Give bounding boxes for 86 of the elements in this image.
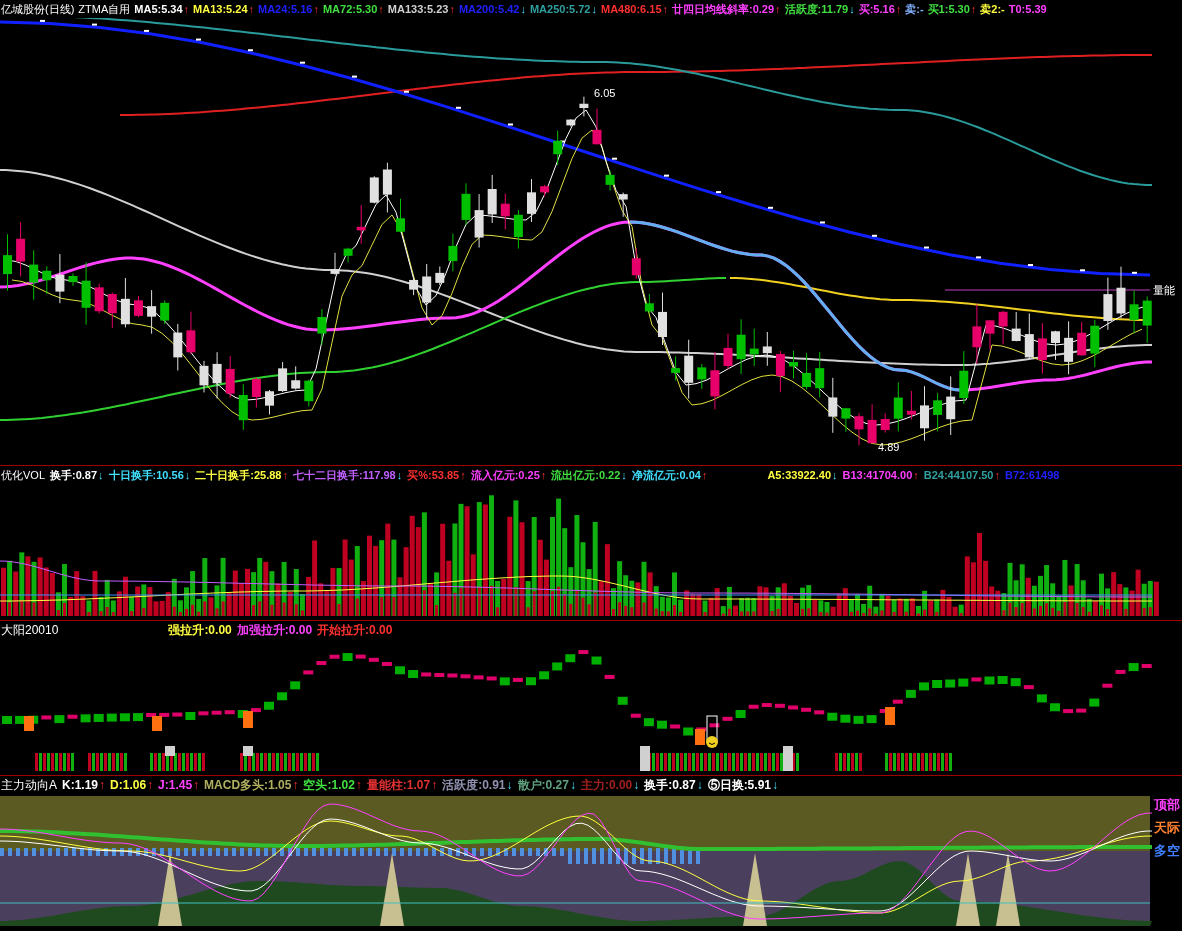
indicator-value: B13:41704.00 [842,469,913,481]
trend-arrow: ↑ [895,3,902,15]
indicator-value: MA13:5.24 [193,3,248,15]
indicator-value: 流出亿元:0.22 [551,467,621,483]
trend-arrow: ↓ [520,3,526,15]
indicator-value: MA480:6.15 [601,3,662,15]
trend-arrow: ↑ [355,778,362,792]
trend-arrow: ↓ [569,778,576,792]
trend-arrow: ↑ [701,469,708,481]
indicator-value: 廿四日均线斜率:0.29 [672,1,775,17]
trend-arrow: ↑ [460,469,466,481]
indicator-value: 买1:5.30 [927,1,970,17]
indicator-value: D:1.06 [110,778,147,792]
indicator-value: 买%:53.85 [407,467,460,483]
trend-arrow: ↓ [633,778,640,792]
indicator-value: 七十二日换手:117.98 [293,467,396,483]
trend-arrow: ↑ [913,469,919,481]
trend-arrow: ↑ [378,3,384,15]
indicator-value: MA24:5.16 [258,3,313,15]
indicator-value: 流入亿元:0.25 [470,467,540,483]
price-label: 量能 [1153,284,1175,296]
trend-arrow: ↑ [994,469,1000,481]
indicator-value: 买:5.16 [858,1,895,17]
price-label: 4.89 [878,441,900,453]
indicator-value: 强拉升:0.00 [168,621,232,639]
indicator-title: 主力动向A [1,776,57,794]
trend-arrow: ↑ [193,778,200,792]
indicator-value: 换手:0.87 [644,776,696,794]
trend-arrow: ↑ [147,778,154,792]
indicator-value: MA5:5.34 [134,3,183,15]
indicator-value: MACD多头:1.05 [204,776,292,794]
trend-arrow: ↑ [540,469,547,481]
indicator-value: 主力:0.00 [580,776,633,794]
trend-arrow: ↑ [449,3,455,15]
trend-arrow: ↓ [184,469,191,481]
level-label: 顶部 [1154,798,1181,812]
trend-arrow: ↓ [396,469,403,481]
indicator-value: T0:5.39 [1008,3,1047,15]
indicator-value: 卖:- [905,1,924,17]
indicator-title: 优化VOL [1,467,45,483]
indicator-value: 空头:1.02 [303,776,355,794]
indicator-value: B72:61498 [1005,469,1060,481]
indicator-value: MA200:5.42 [458,3,520,15]
price-label: 6.05 [594,87,616,99]
trend-arrow: ↑ [248,3,254,15]
trend-arrow: ↑ [662,3,669,15]
indicator-title: 大阳20010 [1,621,59,639]
trend-arrow: ↑ [313,3,319,15]
indicator-value: 换手:0.87 [50,467,98,483]
chart-title: 亿城股份(日线) [1,1,75,17]
indicator-value: 散户:0.27 [517,776,569,794]
trend-arrow: ↓ [772,778,778,792]
trend-arrow: ↓ [621,469,627,481]
indicator-value: MA250:5.72 [529,3,591,15]
trend-arrow: ↑ [282,469,288,481]
trend-arrow: ↓ [98,469,104,481]
level-label: 天际 [1154,821,1181,835]
indicator-value: ⑤日换:5.91 [707,776,771,794]
indicator-value: K:1.19 [62,778,99,792]
indicator-value: 量能柱:1.07 [366,776,431,794]
trend-arrow: ↓ [696,778,703,792]
formula-name: ZTMA自用 [78,1,131,17]
indicator-value: 十日换手:10.56 [108,467,184,483]
indicator-value: 净流亿元:0.04 [631,467,701,483]
level-label: 多空 [1154,844,1181,858]
trend-arrow: ↓ [849,3,855,15]
trend-arrow: ↑ [431,778,438,792]
trend-arrow: ↑ [292,778,299,792]
indicator-value: 加强拉升:0.00 [236,621,313,639]
trend-arrow: ↑ [99,778,106,792]
indicator-value: 卖2:- [980,1,1005,17]
trend-arrow: ↑ [775,3,781,15]
trend-arrow: ↓ [832,469,838,481]
indicator-value: J:1.45 [158,778,193,792]
trend-arrow: ↓ [506,778,513,792]
trend-arrow: ↑ [970,3,977,15]
indicator-value: B24:44107.50 [923,469,994,481]
indicator-value: A5:33922.40 [767,469,832,481]
trend-arrow: ↓ [591,3,597,15]
indicator-value: 开始拉升:0.00 [317,621,393,639]
indicator-value: MA133:5.23 [387,3,449,15]
indicator-value: 活跃度:11.79 [784,1,849,17]
trend-arrow: ↑ [183,3,190,15]
indicator-value: 活跃度:0.91 [442,776,506,794]
indicator-value: MA72:5.30 [322,3,378,15]
indicator-value: 二十日换手:25.88 [195,467,282,483]
